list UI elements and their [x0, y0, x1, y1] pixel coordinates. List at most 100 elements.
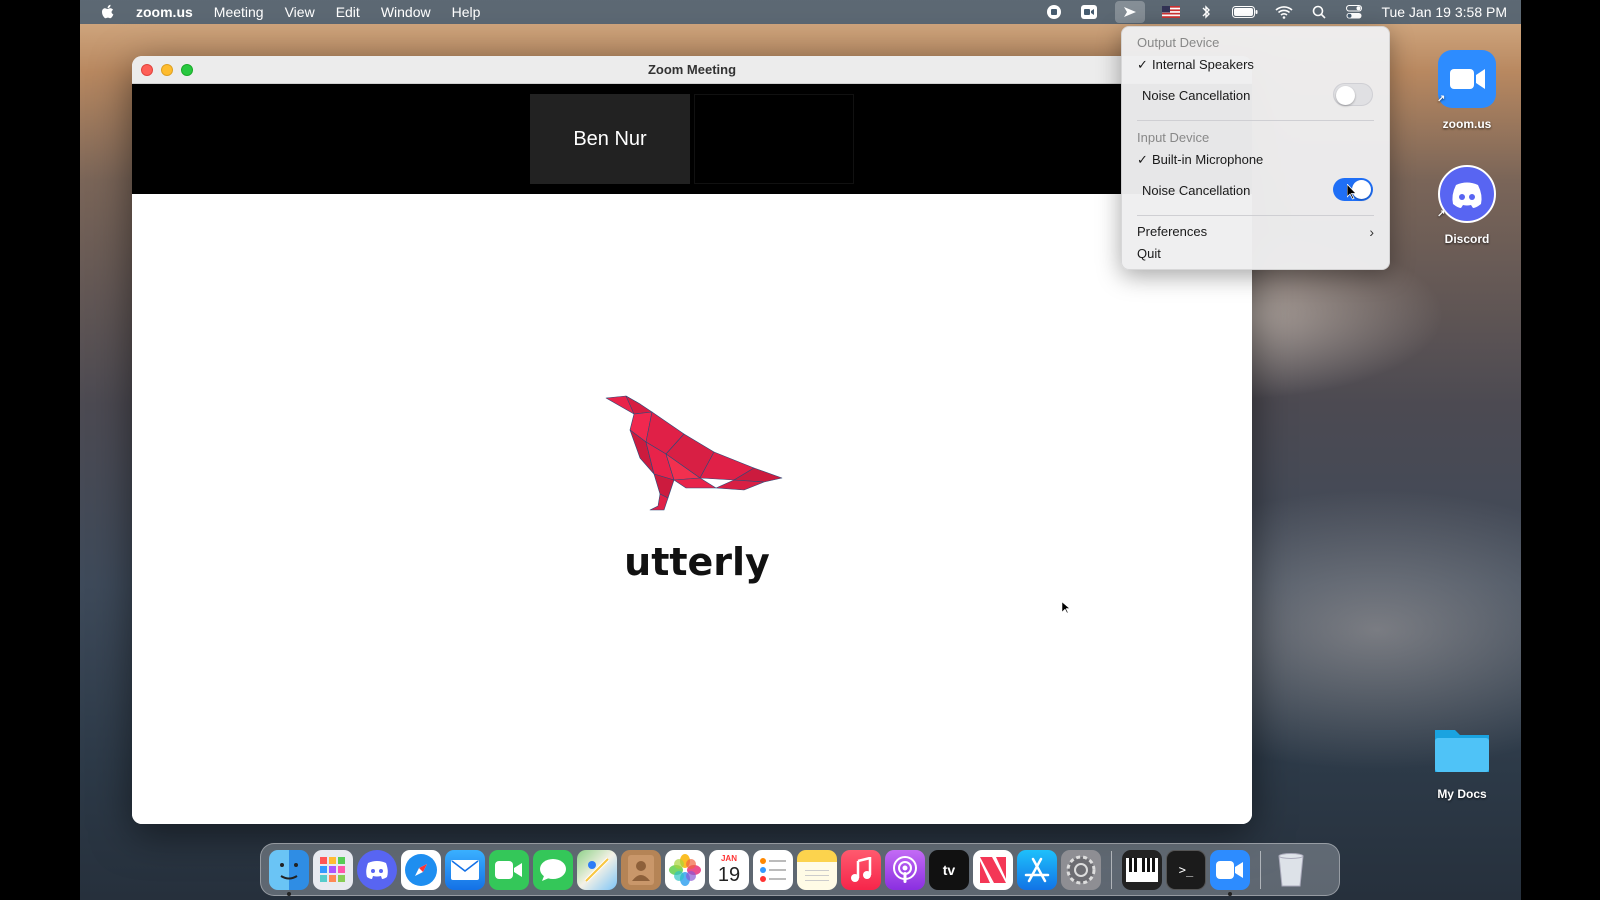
input-device-header: Input Device: [1137, 130, 1210, 145]
alias-arrow-icon: ↗: [1437, 94, 1446, 105]
wifi-icon[interactable]: [1275, 4, 1293, 20]
dock-system-preferences[interactable]: [1061, 849, 1101, 890]
safari-compass-icon: [405, 853, 437, 886]
desktop-icon-my-docs[interactable]: My Docs: [1422, 720, 1502, 801]
input-noise-cancellation-label: Noise Cancellation: [1142, 183, 1251, 198]
dock-messages[interactable]: [533, 849, 573, 890]
podcasts-icon: [893, 855, 917, 883]
checkmark-icon: ✓: [1137, 152, 1148, 167]
output-noise-cancellation-label: Noise Cancellation: [1142, 88, 1251, 103]
folder-icon: [1435, 730, 1489, 772]
music-note-icon: [851, 856, 872, 882]
participant-video-strip: Ben Nur: [132, 84, 1252, 194]
menu-separator: [1137, 215, 1374, 216]
launchpad-icon: [320, 856, 345, 882]
dock-news[interactable]: [973, 849, 1013, 890]
battery-icon[interactable]: [1232, 4, 1258, 20]
spotlight-search-icon[interactable]: [1310, 4, 1328, 20]
menu-help[interactable]: Help: [452, 4, 481, 20]
zoom-app-icon: [1438, 50, 1496, 108]
status-area: Tue Jan 19 3:58 PM: [1028, 0, 1507, 24]
input-device-label: Built-in Microphone: [1152, 152, 1264, 167]
calendar-day: 19: [717, 863, 741, 886]
control-center-icon[interactable]: [1345, 4, 1363, 20]
output-device-header: Output Device: [1137, 35, 1220, 50]
screen: zoom.us Meeting View Edit Window Help Tu…: [0, 0, 1600, 900]
menu-window[interactable]: Window: [381, 4, 431, 20]
dock-discord[interactable]: [357, 849, 397, 890]
input-device-option[interactable]: ✓ Built-in Microphone: [1137, 152, 1263, 168]
dock-reminders[interactable]: [753, 849, 793, 890]
facetime-camera-icon: [495, 860, 522, 879]
menu-edit[interactable]: Edit: [336, 4, 360, 20]
dock-apple-tv[interactable]: tv: [929, 849, 969, 890]
gear-icon: [1066, 855, 1096, 884]
discord-app-icon: [1438, 165, 1496, 223]
desktop-icon-label: My Docs: [1437, 787, 1487, 801]
running-indicator: [1228, 891, 1232, 896]
dock-finder[interactable]: [269, 849, 309, 896]
audio-app-icon[interactable]: [1115, 1, 1146, 23]
calendar-month: JAN: [720, 853, 737, 863]
menu-bar: zoom.us Meeting View Edit Window Help Tu…: [80, 0, 1521, 24]
output-device-option[interactable]: ✓ Internal Speakers: [1137, 57, 1254, 73]
remote-cursor-icon: [1062, 602, 1070, 614]
preferences-label: Preferences: [1137, 224, 1208, 239]
alias-arrow-icon: ↗: [1437, 209, 1446, 220]
dock-contacts[interactable]: [621, 849, 661, 890]
finder-icon: [280, 862, 298, 879]
zoom-status-icon[interactable]: [1080, 4, 1098, 20]
preferences-menu-item[interactable]: Preferences ›: [1137, 224, 1389, 240]
apple-tv-icon: tv: [942, 861, 956, 878]
desktop-icon-discord[interactable]: ↗ Discord: [1427, 165, 1507, 246]
discord-icon: [366, 860, 388, 879]
menu-view[interactable]: View: [285, 4, 315, 20]
output-device-label: Internal Speakers: [1152, 57, 1254, 72]
terminal-prompt-icon: >_: [1178, 862, 1194, 877]
screen-record-icon[interactable]: [1045, 4, 1063, 20]
output-noise-cancellation-toggle[interactable]: [1333, 83, 1373, 106]
dock-mail[interactable]: [445, 849, 485, 890]
dock-notes[interactable]: [797, 849, 837, 890]
us-flag-icon[interactable]: [1162, 4, 1181, 20]
mouse-cursor-icon: [1347, 184, 1357, 200]
dock-facetime[interactable]: [489, 849, 529, 890]
audio-settings-menu: Output Device ✓ Internal Speakers Noise C…: [1121, 26, 1390, 270]
screen-share-area: utterly: [132, 194, 1252, 824]
menu-app-name[interactable]: zoom.us: [136, 4, 193, 20]
dock-photos[interactable]: [665, 849, 705, 890]
dock-launchpad[interactable]: [313, 849, 353, 890]
piano-keys-icon: [1126, 857, 1158, 882]
participant-tile-video-off[interactable]: [694, 94, 854, 184]
dock-maps[interactable]: [577, 849, 617, 890]
dock-terminal[interactable]: >_: [1166, 849, 1206, 890]
dock-safari[interactable]: [401, 849, 441, 890]
toggle-knob: [1336, 86, 1355, 105]
desktop-icon-label: Discord: [1444, 232, 1490, 246]
news-icon: [980, 856, 1006, 883]
dock-zoom[interactable]: [1210, 849, 1250, 896]
dock-piano[interactable]: [1122, 849, 1162, 890]
bluetooth-icon[interactable]: [1197, 4, 1215, 20]
mail-envelope-icon: [451, 859, 479, 880]
quit-menu-item[interactable]: Quit: [1137, 246, 1161, 261]
participant-tile-ben-nur[interactable]: Ben Nur: [530, 94, 690, 184]
dock-trash[interactable]: [1271, 850, 1311, 890]
menu-meeting[interactable]: Meeting: [214, 4, 264, 20]
window-titlebar[interactable]: Zoom Meeting: [132, 56, 1252, 84]
utterly-logo-text: utterly: [624, 540, 770, 584]
participant-name: Ben Nur: [573, 127, 647, 150]
dock-divider: [1260, 850, 1261, 889]
trash-icon: [1278, 852, 1304, 886]
desktop-icon-zoom[interactable]: ↗ zoom.us: [1427, 50, 1507, 131]
running-indicator: [287, 891, 291, 896]
desktop-icon-label: zoom.us: [1442, 117, 1492, 131]
dock-podcasts[interactable]: [885, 849, 925, 890]
dock-calendar[interactable]: JAN 19: [709, 849, 749, 890]
menu-clock[interactable]: Tue Jan 19 3:58 PM: [1381, 4, 1507, 20]
dock-app-store[interactable]: [1017, 849, 1057, 890]
zoom-camera-icon: [1216, 860, 1243, 879]
dock-music[interactable]: [841, 849, 881, 890]
apple-menu-icon[interactable]: [100, 3, 116, 21]
chevron-right-icon: ›: [1369, 224, 1374, 240]
